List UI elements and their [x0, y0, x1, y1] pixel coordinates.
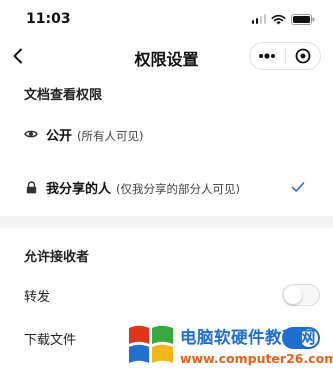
option-public-name: 公开	[46, 128, 73, 144]
checkmark-icon	[291, 178, 305, 197]
option-public-desc: (所有人可见)	[77, 128, 144, 143]
toggle-knob	[284, 286, 302, 304]
option-shared[interactable]: 我分享的人 (仅我分享的部分人可见)	[0, 167, 333, 207]
more-button[interactable]	[250, 43, 285, 69]
close-miniprogram-button[interactable]	[286, 43, 321, 69]
status-bar: 11:03	[0, 0, 333, 38]
doc-permission-title: 文档查看权限	[24, 88, 103, 103]
forward-toggle[interactable]	[282, 284, 320, 306]
battery-icon	[291, 13, 315, 25]
receivers-title: 允许接收者	[24, 250, 90, 265]
cellular-signal-icon	[251, 14, 266, 24]
more-dots-icon	[259, 53, 276, 59]
option-shared-name: 我分享的人	[46, 181, 112, 197]
option-public-label: 公开 (所有人可见)	[46, 125, 144, 144]
lock-icon	[24, 180, 38, 194]
eye-icon	[24, 127, 38, 141]
target-circle-icon	[295, 48, 311, 64]
nav-bar: 权限设置	[0, 38, 333, 74]
watermark-url: www.computer26.com	[180, 351, 333, 366]
status-time: 11:03	[26, 11, 71, 27]
watermark: 电脑软硬件教程网 www.computer26.com	[128, 318, 333, 380]
setting-download-label: 下载文件	[24, 332, 77, 348]
option-public[interactable]: 公开 (所有人可见)	[0, 114, 333, 154]
option-shared-desc: (仅我分享的部分人可见)	[116, 181, 240, 196]
option-shared-label: 我分享的人 (仅我分享的部分人可见)	[46, 178, 240, 197]
wifi-icon	[271, 14, 286, 24]
watermark-site-name: 电脑软硬件教程网	[180, 328, 316, 347]
mini-program-capsule	[249, 42, 321, 70]
status-icons	[251, 13, 316, 25]
setting-forward-label: 转发	[24, 289, 51, 305]
windows-logo	[129, 325, 173, 363]
section-separator	[0, 216, 333, 228]
